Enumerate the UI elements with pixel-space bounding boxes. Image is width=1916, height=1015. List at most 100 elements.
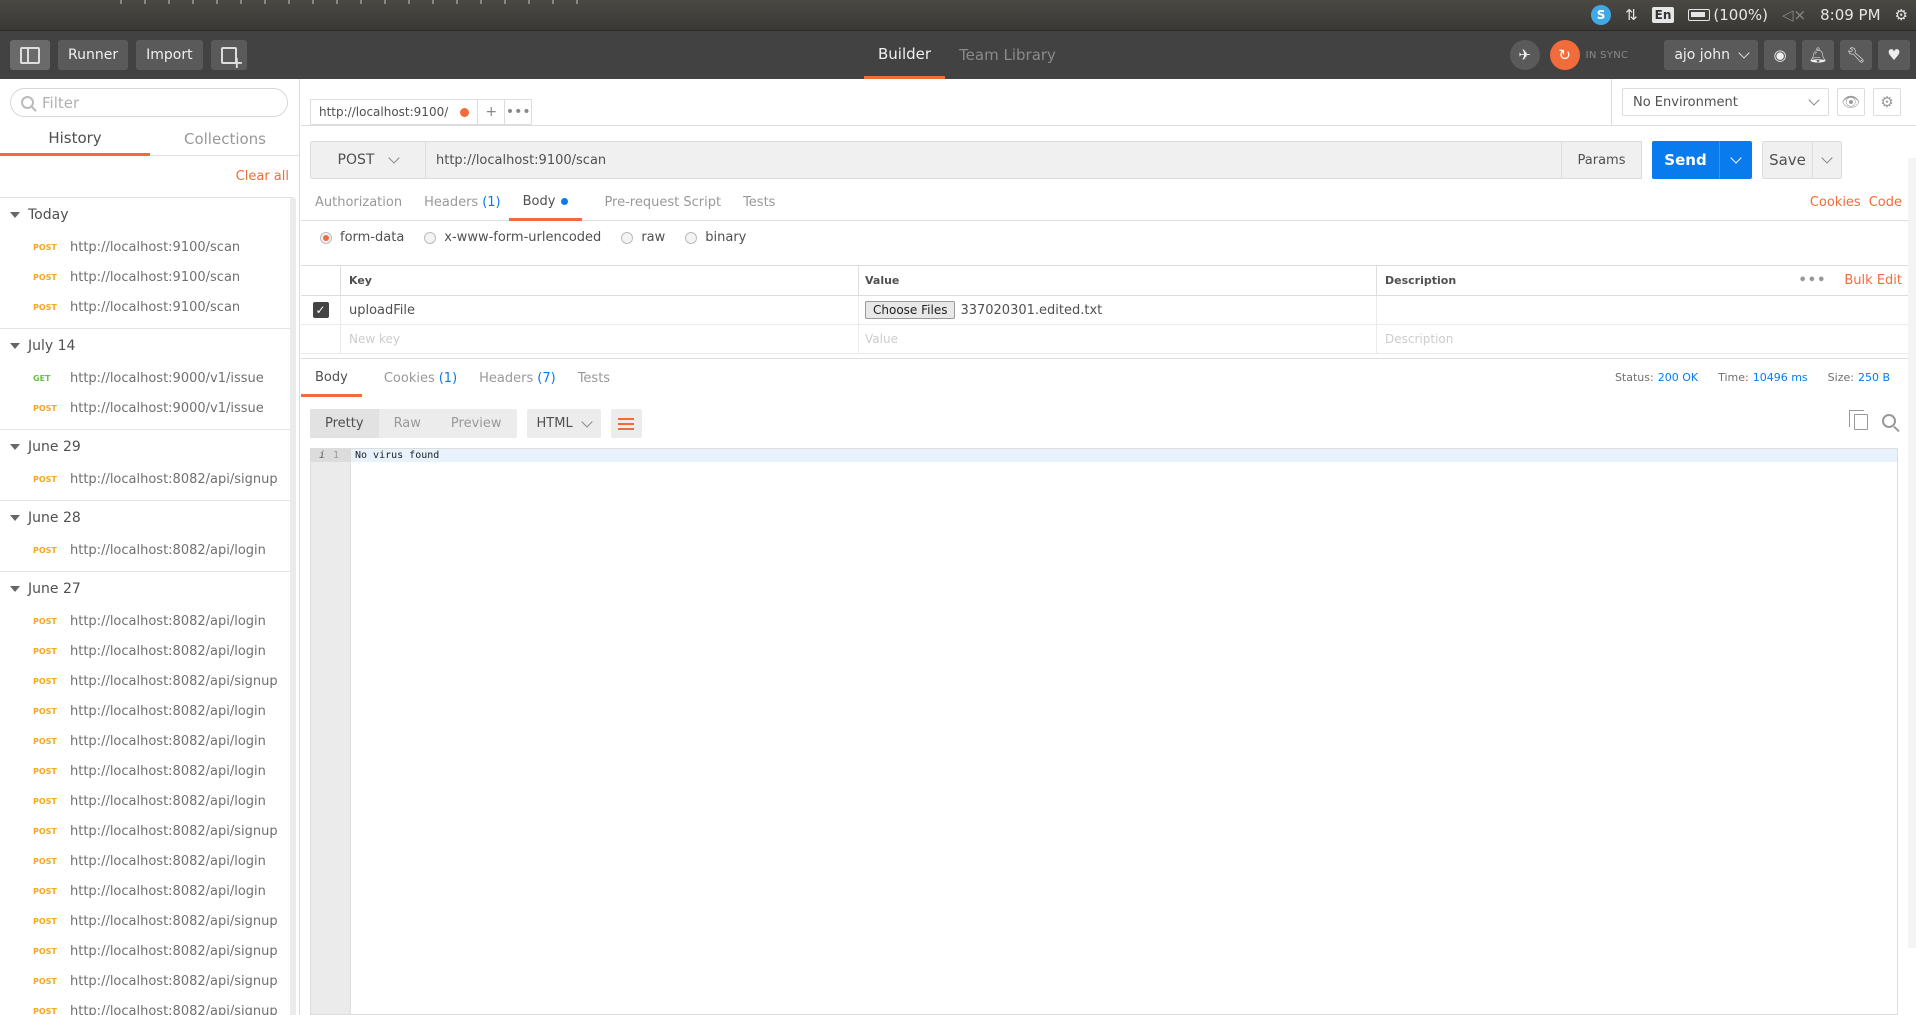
filter-box[interactable] [10, 88, 288, 117]
settings-gear-icon[interactable]: ⚙ [1895, 6, 1908, 24]
radio-button[interactable] [320, 231, 332, 244]
skype-icon[interactable]: S [1591, 5, 1612, 25]
history-item[interactable]: POST http://localhost:8082/api/login [0, 636, 292, 666]
tab-body[interactable]: Body [508, 185, 583, 221]
copy-icon[interactable] [1849, 410, 1868, 430]
request-tab[interactable]: http://localhost:9100/ [310, 99, 479, 125]
tab-collections[interactable]: Collections [150, 123, 299, 156]
heart-icon[interactable]: ♥ [1878, 40, 1910, 70]
history-item[interactable]: POST http://localhost:8082/api/signup [0, 936, 292, 966]
history-group-header[interactable]: June 29 [0, 430, 292, 464]
response-tab-tests[interactable]: Tests [578, 361, 624, 397]
send-options-button[interactable] [1720, 141, 1752, 179]
history-item[interactable]: POST http://localhost:9000/v1/issue [0, 393, 292, 423]
time-value[interactable]: 10496 ms [1753, 371, 1808, 384]
history-group-header[interactable]: July 14 [0, 329, 292, 363]
history-item[interactable]: POST http://localhost:9100/scan [0, 292, 292, 322]
radio-button[interactable] [424, 231, 437, 244]
response-tab-headers[interactable]: Headers (7) [479, 361, 570, 397]
history-item[interactable]: POST http://localhost:8082/api/signup [0, 464, 292, 494]
history-item[interactable]: POST http://localhost:8082/api/login [0, 786, 292, 816]
history-item[interactable]: POST http://localhost:8082/api/login [0, 535, 292, 565]
response-tab-cookies[interactable]: Cookies (1) [384, 361, 471, 397]
params-button[interactable]: Params [1562, 141, 1642, 179]
description-cell[interactable] [1377, 296, 1916, 324]
history-group-header[interactable]: Today [0, 198, 292, 232]
more-options-icon[interactable]: ••• [1798, 273, 1826, 288]
history-item[interactable]: POST http://localhost:9100/scan [0, 232, 292, 262]
cookies-link[interactable]: Cookies [1810, 195, 1861, 210]
view-pretty-button[interactable]: Pretty [310, 409, 379, 438]
history-item[interactable]: POST http://localhost:8082/api/signup [0, 666, 292, 696]
url-field[interactable] [426, 141, 1562, 179]
manage-environments-button[interactable]: ⚙ [1873, 88, 1901, 116]
history-item[interactable]: POST http://localhost:8082/api/login [0, 606, 292, 636]
save-button[interactable]: Save [1763, 142, 1813, 178]
key-cell[interactable]: uploadFile [341, 296, 859, 324]
method-select[interactable]: POST [310, 141, 426, 179]
radio-x-www-form-urlencoded[interactable]: x-www-form-urlencoded [424, 230, 601, 245]
environment-select[interactable]: No Environment [1622, 88, 1829, 116]
radio-binary[interactable]: binary [685, 230, 746, 245]
tab-tests[interactable]: Tests [743, 185, 789, 221]
history-item[interactable]: GET http://localhost:9000/v1/issue [0, 363, 292, 393]
new-value-cell[interactable]: Value [859, 325, 1377, 353]
sidebar-scrollbar[interactable] [290, 197, 296, 1015]
view-raw-button[interactable]: Raw [379, 409, 436, 438]
clear-all-link[interactable]: Clear all [236, 169, 289, 184]
send-button[interactable]: Send [1652, 141, 1720, 179]
settings-wrench-icon[interactable]: 🔧︎ [1840, 40, 1872, 70]
history-item[interactable]: POST http://localhost:8082/api/login [0, 756, 292, 786]
tab-authorization[interactable]: Authorization [315, 185, 416, 221]
bulk-edit-link[interactable]: Bulk Edit [1844, 273, 1902, 288]
history-item[interactable]: POST http://localhost:8082/api/login [0, 696, 292, 726]
save-options-button[interactable] [1813, 142, 1841, 178]
new-description-cell[interactable]: Description [1377, 325, 1916, 353]
status-value[interactable]: 200 OK [1658, 371, 1698, 384]
format-select[interactable]: HTML [526, 409, 601, 438]
history-item[interactable]: POST http://localhost:8082/api/signup [0, 996, 292, 1015]
radio-button[interactable] [685, 231, 698, 244]
import-button[interactable]: Import [136, 40, 203, 70]
new-window-button[interactable] [210, 40, 247, 72]
interceptor-satellite-icon[interactable]: ✈ [1509, 40, 1540, 70]
more-tabs-button[interactable]: ••• [504, 99, 533, 125]
history-item[interactable]: POST http://localhost:8082/api/signup [0, 966, 292, 996]
tab-team-library[interactable]: Team Library [945, 31, 1070, 79]
tab-headers[interactable]: Headers (1) [424, 185, 515, 221]
compass-icon[interactable]: ◉ [1764, 40, 1796, 70]
tab-builder[interactable]: Builder [864, 31, 946, 79]
radio-button[interactable] [621, 231, 634, 244]
volume-muted-icon[interactable]: ◁× [1782, 6, 1806, 24]
history-item[interactable]: POST http://localhost:8082/api/login [0, 726, 292, 756]
clock[interactable]: 8:09 PM [1820, 6, 1880, 24]
history-item[interactable]: POST http://localhost:8082/api/login [0, 876, 292, 906]
search-icon[interactable] [1882, 414, 1896, 428]
environment-quick-look-button[interactable]: 👁︎ [1837, 88, 1865, 116]
history-item[interactable]: POST http://localhost:8082/api/login [0, 846, 292, 876]
keyboard-layout-indicator[interactable]: En [1651, 7, 1675, 23]
user-menu[interactable]: ajo john [1664, 40, 1758, 70]
size-value[interactable]: 250 B [1858, 371, 1890, 384]
battery-indicator[interactable]: (100%) [1688, 6, 1768, 24]
main-scrollbar[interactable] [1908, 158, 1916, 948]
code-link[interactable]: Code [1869, 195, 1902, 210]
history-group-header[interactable]: June 28 [0, 501, 292, 535]
tab-history[interactable]: History [0, 123, 150, 156]
add-tab-button[interactable]: + [477, 99, 506, 125]
choose-files-button[interactable]: Choose Files [865, 301, 956, 319]
sync-status[interactable]: ↻ IN SYNC [1549, 40, 1629, 70]
response-editor[interactable]: i1 No virus found [310, 448, 1898, 1015]
tab-pre-request-script[interactable]: Pre-request Script [604, 185, 735, 221]
runner-button[interactable]: Runner [58, 40, 129, 70]
new-key-cell[interactable]: New key [341, 325, 859, 353]
history-item[interactable]: POST http://localhost:8082/api/signup [0, 816, 292, 846]
checkbox-checked-icon[interactable]: ✓ [312, 302, 329, 318]
toggle-sidebar-button[interactable] [10, 40, 50, 70]
history-group-header[interactable]: June 27 [0, 572, 292, 606]
network-icon[interactable]: ⇅ [1625, 6, 1638, 24]
filter-input[interactable] [42, 93, 272, 112]
wrap-lines-button[interactable] [610, 409, 642, 438]
notifications-bell-icon[interactable]: 🔔︎ [1802, 40, 1834, 70]
url-input[interactable] [436, 152, 1536, 168]
